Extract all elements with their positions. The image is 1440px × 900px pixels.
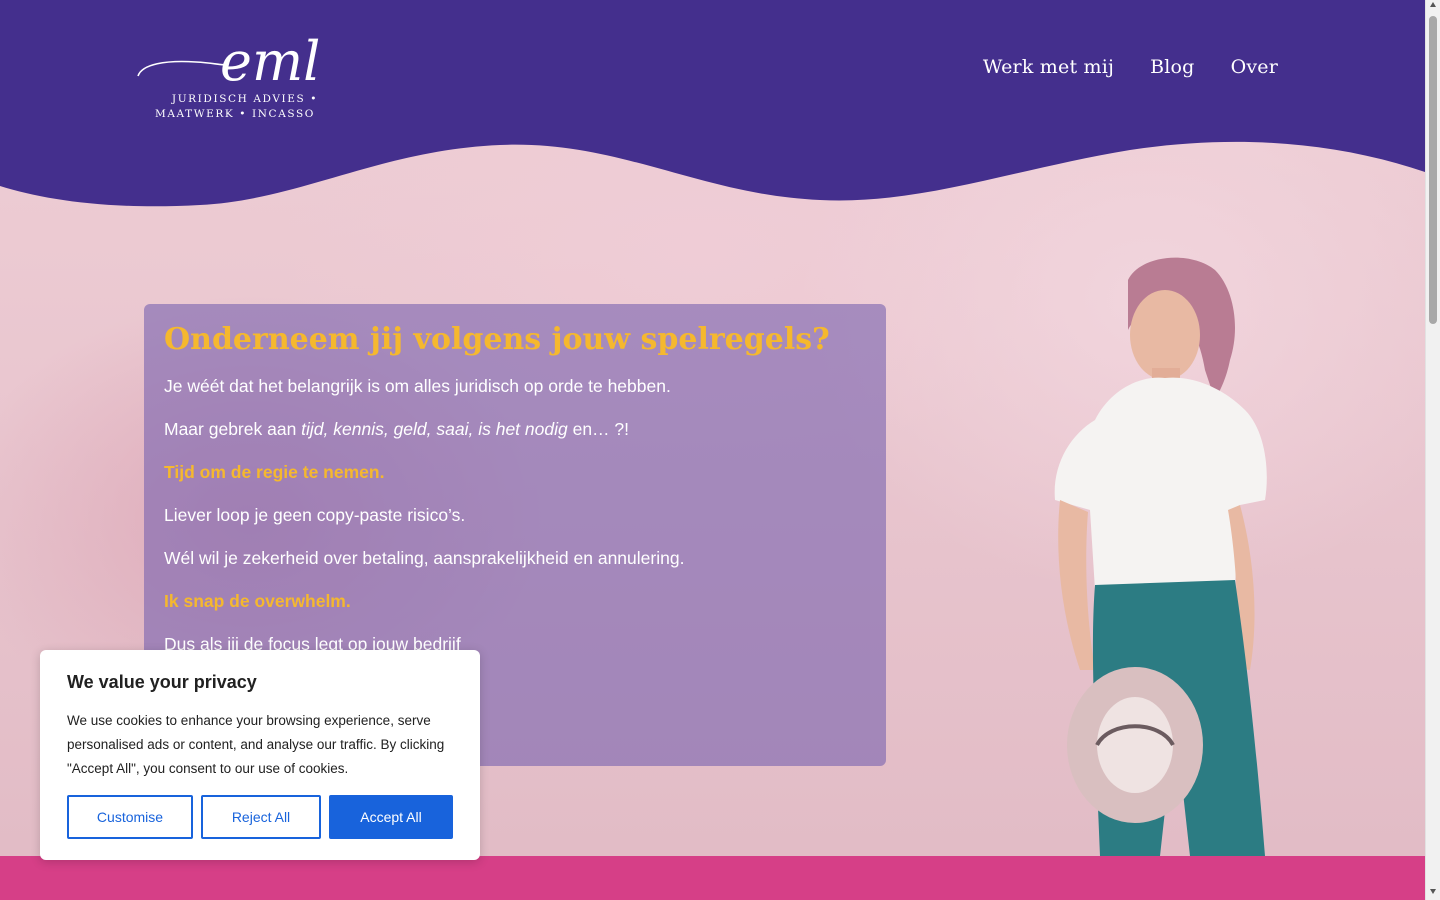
accept-all-button[interactable]: Accept All [329,795,453,839]
logo-script-mark: eml [137,30,320,93]
logo-script-text: eml [220,30,320,93]
chevron-up-icon[interactable] [1430,2,1436,7]
hero-paragraph-3: Liever loop je geen copy-paste risico’s. [164,505,466,525]
nav-item-blog[interactable]: Blog [1150,56,1194,78]
nav-item-werk-met-mij[interactable]: Werk met mij [983,56,1114,78]
reject-all-button[interactable]: Reject All [201,795,321,839]
hero-person-image [1054,257,1267,856]
site-logo[interactable]: eml JURIDISCH ADVIES • MAATWERK • INCASS… [136,14,338,124]
nav-item-over[interactable]: Over [1231,56,1278,78]
main-nav: Werk met mij Blog Over [983,56,1278,78]
scrollbar-thumb[interactable] [1429,16,1437,324]
hero-p2-after: en… ?! [567,419,630,439]
logo-tagline-2: MAATWERK • INCASSO [155,108,315,120]
logo-tagline-1: JURIDISCH ADVIES • [171,93,319,105]
cookie-title: We value your privacy [67,672,257,692]
hero-accent-2: Ik snap de overwhelm. [164,591,351,611]
cookie-description: We use cookies to enhance your browsing … [67,713,445,776]
hero-accent-1: Tijd om de regie te nemen. [164,462,385,482]
footer-strip [0,856,1425,900]
hero-paragraph-1: Je wéét dat het belangrijk is om alles j… [164,376,671,396]
hero-paragraph-2: Maar gebrek aan tijd, kennis, geld, saai… [164,416,866,442]
cookie-buttons: Customise Reject All Accept All [67,795,453,839]
vertical-scrollbar[interactable] [1425,0,1440,900]
hero-paragraph-4: Wél wil je zekerheid over betaling, aans… [164,548,685,568]
hero-title: Onderneem jij volgens jouw spelregels? [164,322,830,357]
chevron-down-icon[interactable] [1430,889,1436,894]
customise-button[interactable]: Customise [67,795,193,839]
hero-p2-before: Maar gebrek aan [164,419,302,439]
hero-p2-italic: tijd, kennis, geld, saai, is het nodig [301,419,568,439]
cookie-banner: We value your privacy We use cookies to … [40,650,480,860]
page: eml JURIDISCH ADVIES • MAATWERK • INCASS… [0,0,1425,900]
